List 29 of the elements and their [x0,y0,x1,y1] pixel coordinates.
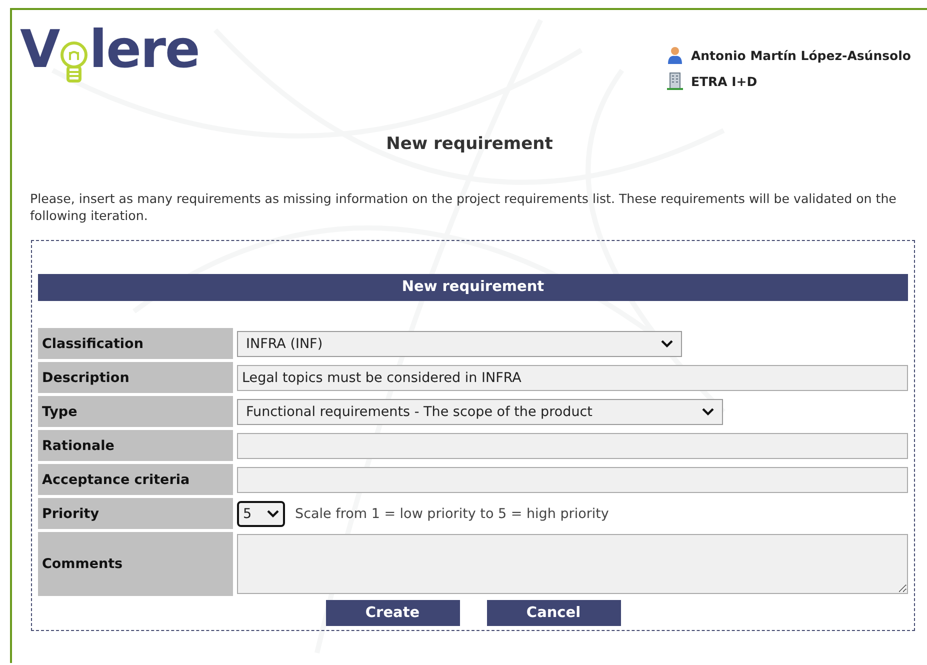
logo-text: V [20,24,60,76]
user-icon [666,46,683,64]
form-title: New requirement [38,274,908,301]
intro-text: Please, insert as many requirements as missing information on the project requirements list. These requirements will be validated on the following iteration. [30,190,898,224]
field-label: Rationale [38,430,233,461]
logo-text: lere [89,24,200,76]
field-label: Acceptance criteria [38,464,233,495]
organization-name: ETRA I+D [690,74,758,88]
chevron-down-icon [661,340,673,348]
dropdown[interactable]: INFRA (INF) [237,330,682,356]
text-field[interactable]: Legal topics must be considered in INFRA [237,364,908,390]
chevron-down-icon [267,510,279,518]
text-field[interactable] [237,466,908,492]
page-title: New requirement [385,133,554,156]
priority-hint: Scale from 1 = low priority to 5 = high priority [295,506,609,522]
user-name: Antonio Martín López-Asúnsolo [690,48,911,62]
dropdown[interactable]: Functional requirements - The scope of the product [237,398,724,424]
form-button[interactable]: Create [326,600,460,626]
field-label: Type [38,396,233,427]
field-label: Classification [38,328,233,359]
comments-field[interactable] [237,534,908,594]
form-button[interactable]: Cancel [486,600,620,626]
field-label: Priority [38,498,233,529]
field-label: Comments [38,532,233,596]
field-label: Description [38,362,233,393]
building-icon [666,72,683,90]
dropdown[interactable]: 5 [237,500,285,526]
text-field[interactable] [237,432,908,458]
chevron-down-icon [702,408,714,416]
